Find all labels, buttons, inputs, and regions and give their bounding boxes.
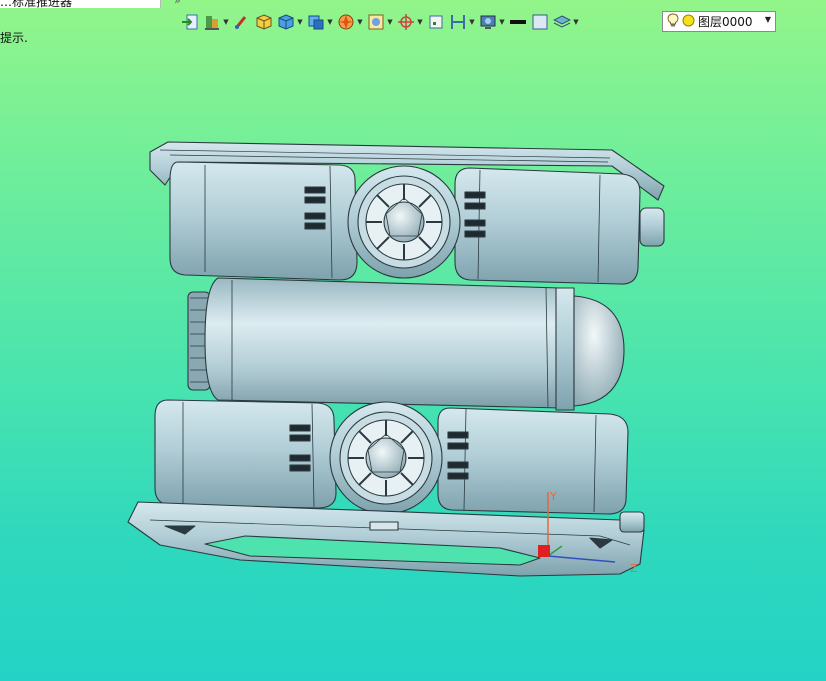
tube-dome — [573, 295, 625, 407]
layer-select[interactable]: 图层0000 ▼ — [662, 11, 776, 32]
chevron-down-icon[interactable]: ▼ — [296, 18, 304, 26]
axis-button[interactable]: ▼ — [396, 11, 424, 33]
chevron-down-icon[interactable]: ▼ — [386, 18, 394, 26]
layers-button[interactable]: ▼ — [552, 11, 580, 33]
tab-strip: …标准推进器 » — [0, 0, 200, 8]
line-color-button[interactable] — [508, 11, 528, 33]
wireframe-button[interactable]: ▼ — [366, 11, 394, 33]
layers-icon — [552, 12, 572, 32]
display-icon — [478, 12, 498, 32]
tube-body — [204, 277, 563, 409]
float-bottom-right — [437, 407, 629, 515]
float-bottom-left — [154, 399, 337, 509]
stack-icon — [202, 12, 222, 32]
layer-value: 图层0000 — [698, 15, 753, 29]
rov-model[interactable]: Y Z — [0, 40, 826, 681]
solid-cube-button[interactable]: ▼ — [276, 11, 304, 33]
view-cube-icon — [306, 12, 326, 32]
status-dot-icon — [682, 14, 695, 30]
axis-y-label: Y — [549, 490, 557, 503]
view-toolbar: ▼ ▼ ▼ ▼ ▼ ▼ ▼ ▼ ▼ — [180, 10, 580, 34]
chevron-down-icon[interactable]: ▼ — [326, 18, 334, 26]
stack-button[interactable]: ▼ — [202, 11, 230, 33]
sphere-shade-button[interactable]: ▼ — [336, 11, 364, 33]
axis-z-label: Z — [630, 562, 638, 575]
brush-icon — [232, 12, 252, 32]
3d-viewport[interactable]: Y Z — [0, 40, 826, 681]
brush-button[interactable] — [232, 11, 252, 33]
bulb-icon — [667, 13, 679, 30]
electronics-tube — [187, 277, 625, 411]
thruster-bottom — [329, 401, 443, 515]
document-tab[interactable]: …标准推进器 — [0, 0, 161, 8]
cube-blue-icon — [276, 12, 296, 32]
wireframe-icon — [366, 12, 386, 32]
document-tab-title: …标准推进器 — [0, 0, 73, 8]
float-top-left — [169, 161, 358, 281]
chevron-down-icon[interactable]: ▼ — [498, 18, 506, 26]
fill-icon — [530, 12, 550, 32]
axis-icon — [396, 12, 416, 32]
import-icon — [180, 12, 200, 32]
thruster-top — [347, 165, 461, 279]
shaded-cube-button[interactable] — [254, 11, 274, 33]
chevron-down-icon[interactable]: ▼ — [222, 18, 230, 26]
chevron-down-icon[interactable]: ▼ — [416, 18, 424, 26]
section-icon — [448, 12, 468, 32]
line-color-icon — [508, 12, 528, 32]
sphere-shade-icon — [336, 12, 356, 32]
frame-button[interactable] — [426, 11, 446, 33]
frame-icon — [426, 12, 446, 32]
section-button[interactable]: ▼ — [448, 11, 476, 33]
display-button[interactable]: ▼ — [478, 11, 506, 33]
fill-button[interactable] — [530, 11, 550, 33]
chevron-down-icon[interactable]: ▼ — [468, 18, 476, 26]
chevron-down-icon[interactable]: ▼ — [765, 15, 771, 24]
tab-overflow-icon[interactable]: » — [174, 0, 181, 7]
import-button[interactable] — [180, 11, 200, 33]
chevron-down-icon[interactable]: ▼ — [572, 18, 580, 26]
view-cube-button[interactable]: ▼ — [306, 11, 334, 33]
cube-yellow-icon — [254, 12, 274, 32]
chevron-down-icon[interactable]: ▼ — [356, 18, 364, 26]
